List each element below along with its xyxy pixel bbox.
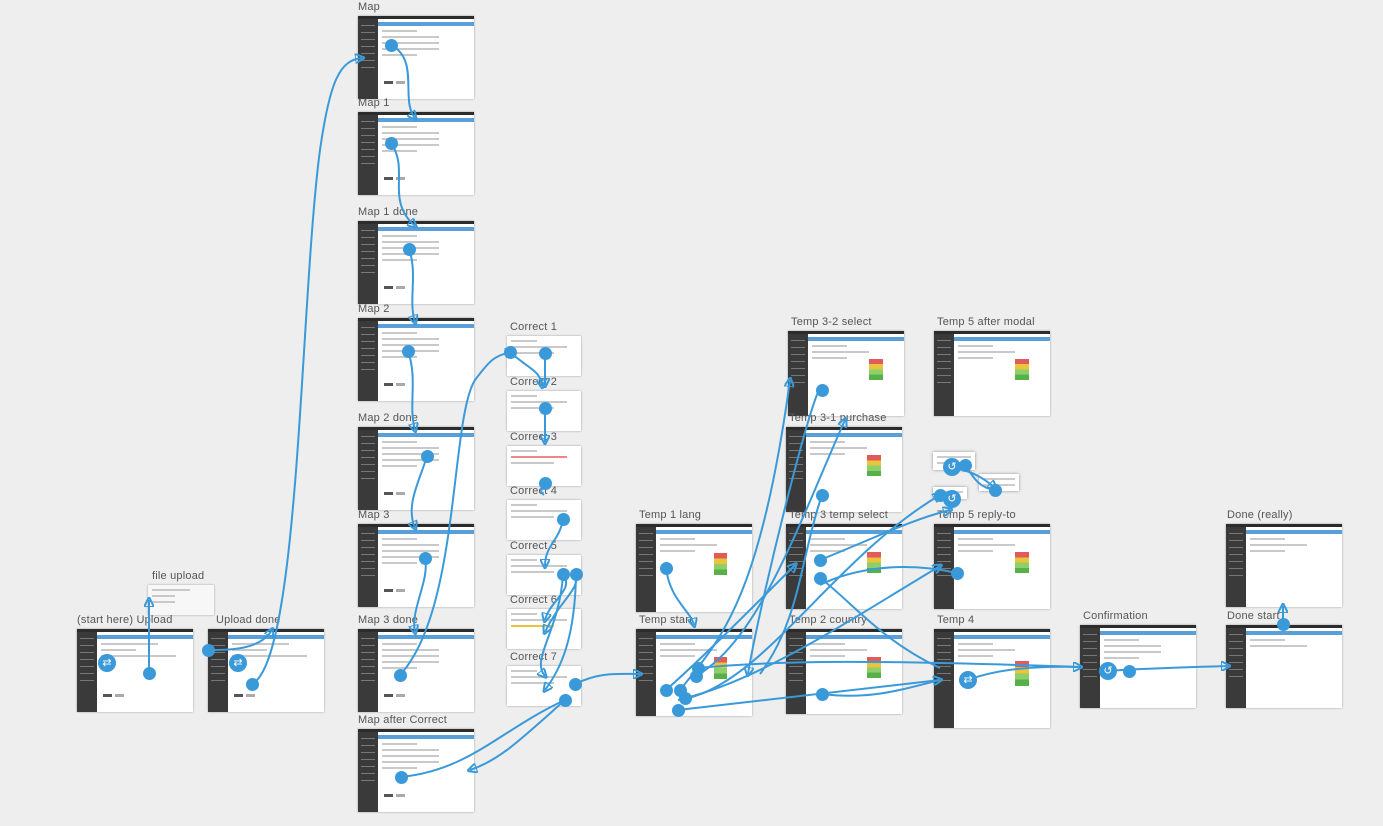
artboard-title: Correct 7: [510, 651, 558, 663]
artboard-title: Done start: [1227, 610, 1280, 622]
link-icon[interactable]: ⇄: [229, 654, 247, 672]
link-icon[interactable]: ⇄: [98, 654, 116, 672]
artboard-title: Confirmation: [1083, 610, 1148, 622]
artboard-temp-1-lang[interactable]: Temp 1 lang: [636, 509, 752, 612]
hotspot[interactable]: [691, 661, 705, 675]
hotspot[interactable]: [142, 666, 156, 680]
artboard-temp-3-2-select[interactable]: Temp 3-2 select: [788, 316, 904, 416]
hotspot[interactable]: [201, 643, 215, 657]
artboard-map-1-done[interactable]: Map 1 done: [358, 206, 474, 304]
hotspot[interactable]: [813, 571, 827, 585]
artboard-title: Map 1 done: [358, 206, 419, 218]
artboard-title: Upload done: [216, 614, 281, 626]
artboard-title: Map 2 done: [358, 412, 419, 424]
artboard-temp-5-reply-to[interactable]: Temp 5 reply-to: [934, 509, 1050, 609]
artboard-upload-done[interactable]: Upload done: [208, 614, 324, 712]
artboard-temp-5-after-modal[interactable]: Temp 5 after modal: [934, 316, 1050, 416]
hotspot[interactable]: [815, 687, 829, 701]
artboard-temp-4[interactable]: Temp 4: [934, 614, 1050, 728]
hotspot[interactable]: [659, 683, 673, 697]
artboard-title: Temp 3 temp select: [789, 509, 888, 521]
hotspot[interactable]: [538, 401, 552, 415]
hotspot[interactable]: [245, 677, 259, 691]
artboard-title: Temp 5 reply-to: [937, 509, 1016, 521]
artboard-confirmation[interactable]: Confirmation: [1080, 610, 1196, 708]
artboard-title: Temp 5 after modal: [937, 316, 1035, 328]
hotspot[interactable]: [568, 677, 582, 691]
hotspot[interactable]: [678, 691, 692, 705]
hotspot[interactable]: [815, 383, 829, 397]
hotspot[interactable]: [384, 136, 398, 150]
hotspot[interactable]: [394, 770, 408, 784]
artboard-file-upload[interactable]: file upload: [148, 570, 214, 615]
artboard-title: Map 1: [358, 97, 390, 109]
hotspot[interactable]: [556, 512, 570, 526]
link-icon[interactable]: ⇄: [959, 671, 977, 689]
hotspot[interactable]: [958, 458, 972, 472]
hotspot[interactable]: [558, 693, 572, 707]
hotspot[interactable]: [813, 553, 827, 567]
hotspot[interactable]: [538, 476, 552, 490]
artboard-title: Correct 5: [510, 540, 558, 552]
artboard-title: Map 3 done: [358, 614, 419, 626]
hotspot[interactable]: [659, 561, 673, 575]
hotspot[interactable]: [815, 488, 829, 502]
artboard-title: (start here) Upload: [77, 614, 173, 626]
artboard-map-after-correct[interactable]: Map after Correct: [358, 714, 474, 812]
artboard-title: Done (really): [1227, 509, 1293, 521]
artboard-title: Temp 3-1 purchase: [789, 412, 887, 424]
hotspot[interactable]: [393, 668, 407, 682]
hotspot[interactable]: [569, 567, 583, 581]
artboard-title: Map after Correct: [358, 714, 447, 726]
hotspot[interactable]: [420, 449, 434, 463]
hotspot[interactable]: [402, 242, 416, 256]
artboard-temp-2-country[interactable]: Temp 2 country: [786, 614, 902, 714]
back-icon[interactable]: ↺: [943, 490, 961, 508]
artboard-done-start[interactable]: Done start: [1226, 610, 1342, 708]
hotspot[interactable]: [556, 567, 570, 581]
artboard-title: Correct 1: [510, 321, 558, 333]
artboard-map-2[interactable]: Map 2: [358, 303, 474, 401]
artboard-title: Map 2: [358, 303, 390, 315]
hotspot[interactable]: [418, 551, 432, 565]
artboard-map-1[interactable]: Map 1: [358, 97, 474, 195]
artboard-title: Temp start: [639, 614, 693, 626]
hotspot[interactable]: [671, 703, 685, 717]
artboard-title: Map: [358, 1, 380, 13]
artboard-title: Temp 4: [937, 614, 975, 626]
artboard-map[interactable]: Map: [358, 1, 474, 99]
artboard-title: Map 3: [358, 509, 390, 521]
artboard-temp-3-temp-select[interactable]: Temp 3 temp select: [786, 509, 902, 609]
hotspot[interactable]: [401, 344, 415, 358]
back-icon[interactable]: ↺: [1099, 662, 1117, 680]
artboard-done-really[interactable]: Done (really): [1226, 509, 1342, 607]
hotspot[interactable]: [538, 346, 552, 360]
artboard-title: Temp 1 lang: [639, 509, 702, 521]
hotspot[interactable]: [1276, 617, 1290, 631]
hotspot[interactable]: [384, 38, 398, 52]
hotspot[interactable]: [988, 483, 1002, 497]
artboard-temp-3-1-purchase[interactable]: Temp 3-1 purchase: [786, 412, 902, 512]
artboard-title: Correct 2: [510, 376, 558, 388]
artboard-start-upload[interactable]: (start here) Upload: [77, 614, 193, 712]
hotspot[interactable]: [503, 345, 517, 359]
artboard-correct-4[interactable]: Correct 4: [507, 485, 581, 540]
artboard-correct-6[interactable]: Correct 6: [507, 594, 581, 649]
artboard-map-3[interactable]: Map 3: [358, 509, 474, 607]
artboard-title: Temp 2 country: [789, 614, 868, 626]
artboard-map-3-done[interactable]: Map 3 done: [358, 614, 474, 712]
artboard-title: Temp 3-2 select: [791, 316, 872, 328]
artboard-title: Correct 6: [510, 594, 558, 606]
artboard-title: file upload: [152, 570, 205, 582]
hotspot[interactable]: [950, 566, 964, 580]
artboard-title: Correct 3: [510, 431, 558, 443]
hotspot[interactable]: [1122, 664, 1136, 678]
artboard-map-2-done[interactable]: Map 2 done: [358, 412, 474, 510]
